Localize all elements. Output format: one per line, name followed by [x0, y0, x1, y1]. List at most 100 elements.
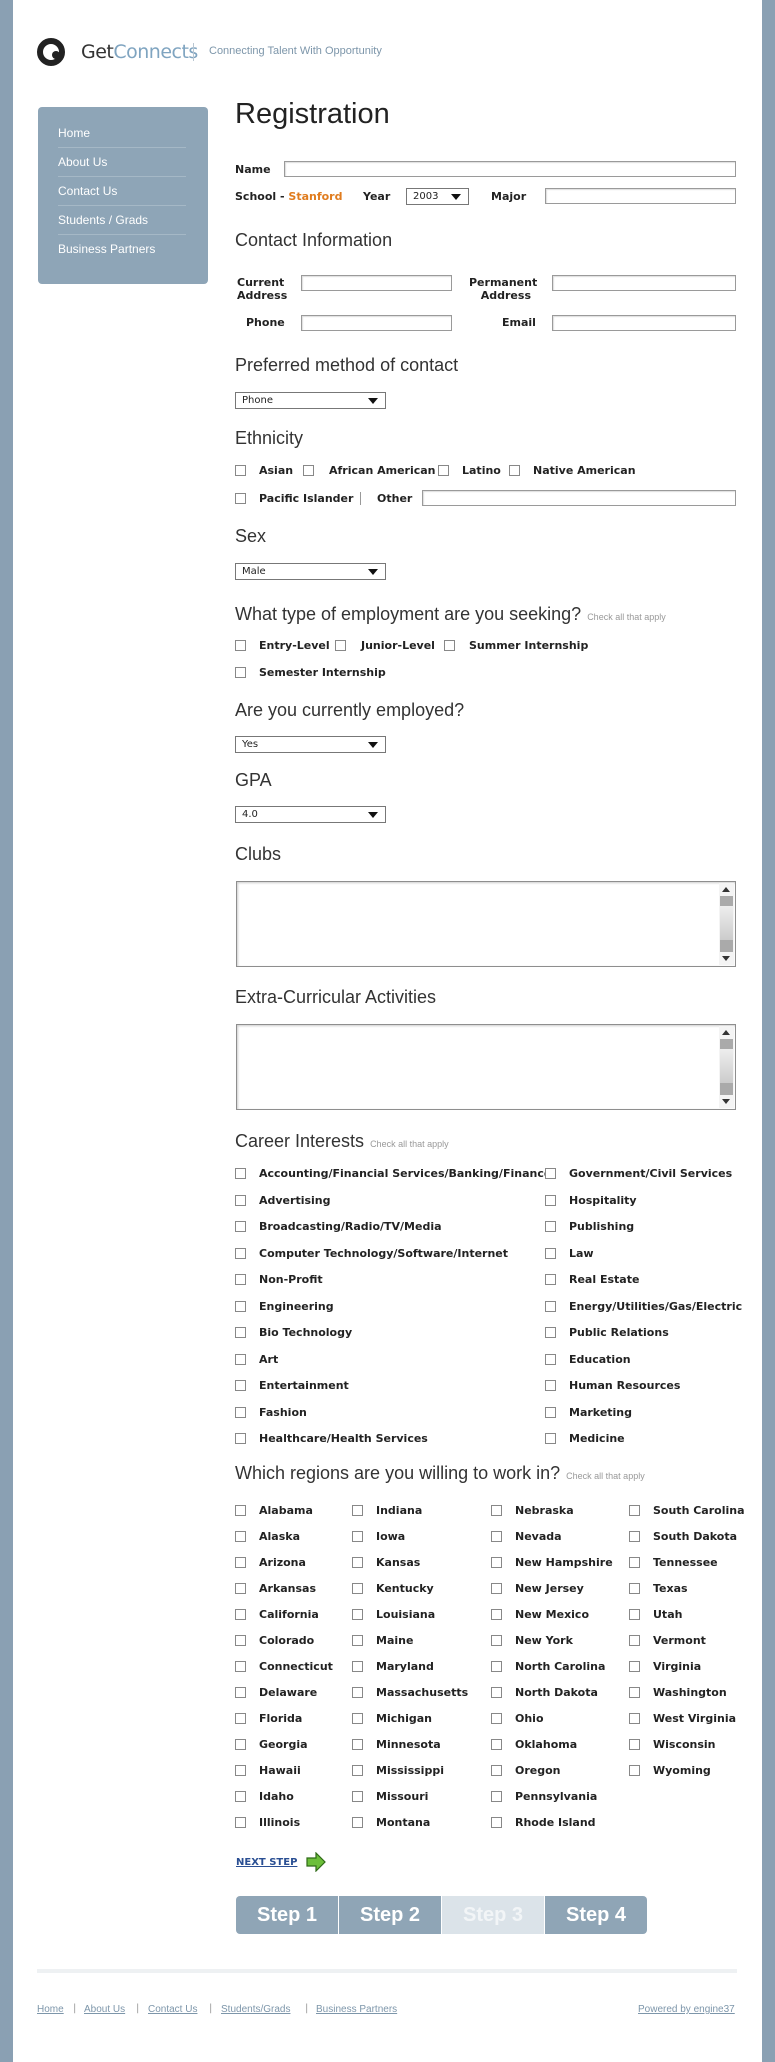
- career-interest-checkbox[interactable]: [235, 1221, 246, 1232]
- career-interest-checkbox[interactable]: [235, 1354, 246, 1365]
- region-checkbox[interactable]: [629, 1505, 640, 1516]
- career-interest-checkbox[interactable]: [235, 1407, 246, 1418]
- region-checkbox[interactable]: [235, 1739, 246, 1750]
- gpa-select[interactable]: 4.0: [235, 806, 386, 823]
- region-checkbox[interactable]: [491, 1635, 502, 1646]
- footer-link-contact[interactable]: Contact Us: [148, 2004, 197, 2015]
- scroll-up-icon[interactable]: [722, 1030, 730, 1035]
- region-checkbox[interactable]: [491, 1713, 502, 1724]
- sidebar-item-students-grads[interactable]: Students / Grads: [58, 206, 186, 235]
- footer-link-about[interactable]: About Us: [84, 2004, 125, 2015]
- ethnicity-checkbox-pacific-islander[interactable]: [235, 493, 246, 504]
- region-checkbox[interactable]: [235, 1609, 246, 1620]
- career-interest-checkbox[interactable]: [545, 1248, 556, 1259]
- career-interest-checkbox[interactable]: [235, 1380, 246, 1391]
- region-checkbox[interactable]: [352, 1817, 363, 1828]
- powered-by-link[interactable]: Powered by engine37: [638, 2004, 735, 2015]
- footer-link-home[interactable]: Home: [37, 2004, 64, 2015]
- career-interest-checkbox[interactable]: [545, 1407, 556, 1418]
- career-interest-checkbox[interactable]: [235, 1168, 246, 1179]
- career-interest-checkbox[interactable]: [545, 1354, 556, 1365]
- employed-select[interactable]: Yes: [235, 736, 386, 753]
- region-checkbox[interactable]: [629, 1609, 640, 1620]
- clubs-textarea[interactable]: [236, 881, 736, 967]
- region-checkbox[interactable]: [352, 1765, 363, 1776]
- region-checkbox[interactable]: [352, 1713, 363, 1724]
- region-checkbox[interactable]: [235, 1817, 246, 1828]
- region-checkbox[interactable]: [491, 1609, 502, 1620]
- region-checkbox[interactable]: [491, 1531, 502, 1542]
- region-checkbox[interactable]: [491, 1557, 502, 1568]
- scroll-up-icon[interactable]: [722, 887, 730, 892]
- region-checkbox[interactable]: [352, 1739, 363, 1750]
- current-address-input[interactable]: [301, 275, 452, 291]
- sidebar-item-about-us[interactable]: About Us: [58, 148, 186, 177]
- region-checkbox[interactable]: [235, 1791, 246, 1802]
- region-checkbox[interactable]: [235, 1583, 246, 1594]
- region-checkbox[interactable]: [235, 1531, 246, 1542]
- permanent-address-input[interactable]: [552, 275, 736, 291]
- logo[interactable]: GetConnects: [81, 41, 198, 63]
- ethnicity-checkbox-asian[interactable]: [235, 465, 246, 476]
- employment-checkbox-semester-internship[interactable]: [235, 667, 246, 678]
- region-checkbox[interactable]: [352, 1635, 363, 1646]
- scroll-down-icon[interactable]: [722, 1099, 730, 1104]
- region-checkbox[interactable]: [352, 1505, 363, 1516]
- scroll-thumb[interactable]: [720, 1083, 733, 1095]
- career-interest-checkbox[interactable]: [235, 1327, 246, 1338]
- career-interest-checkbox[interactable]: [545, 1274, 556, 1285]
- scroll-down-icon[interactable]: [722, 956, 730, 961]
- region-checkbox[interactable]: [491, 1765, 502, 1776]
- career-interest-checkbox[interactable]: [545, 1380, 556, 1391]
- region-checkbox[interactable]: [491, 1817, 502, 1828]
- step-4[interactable]: Step 4: [545, 1896, 647, 1934]
- arrow-right-icon[interactable]: [305, 1852, 327, 1872]
- sex-select[interactable]: Male: [235, 563, 386, 580]
- career-interest-checkbox[interactable]: [545, 1327, 556, 1338]
- career-interest-checkbox[interactable]: [545, 1221, 556, 1232]
- employment-checkbox-entry-level[interactable]: [235, 640, 246, 651]
- region-checkbox[interactable]: [629, 1557, 640, 1568]
- region-checkbox[interactable]: [629, 1765, 640, 1776]
- career-interest-checkbox[interactable]: [545, 1433, 556, 1444]
- ethnicity-checkbox-latino[interactable]: [438, 465, 449, 476]
- region-checkbox[interactable]: [235, 1765, 246, 1776]
- major-input[interactable]: [545, 188, 736, 204]
- footer-link-partners[interactable]: Business Partners: [316, 2004, 397, 2015]
- region-checkbox[interactable]: [629, 1661, 640, 1672]
- region-checkbox[interactable]: [629, 1739, 640, 1750]
- region-checkbox[interactable]: [629, 1531, 640, 1542]
- career-interest-checkbox[interactable]: [235, 1274, 246, 1285]
- email-input[interactable]: [552, 315, 736, 331]
- career-interest-checkbox[interactable]: [235, 1301, 246, 1312]
- region-checkbox[interactable]: [491, 1687, 502, 1698]
- extra-textarea[interactable]: [236, 1024, 736, 1110]
- preferred-select[interactable]: Phone: [235, 392, 386, 409]
- sidebar-item-contact-us[interactable]: Contact Us: [58, 177, 186, 206]
- region-checkbox[interactable]: [352, 1531, 363, 1542]
- region-checkbox[interactable]: [491, 1583, 502, 1594]
- scroll-thumb[interactable]: [720, 940, 733, 952]
- region-checkbox[interactable]: [352, 1609, 363, 1620]
- ethnicity-checkbox-native-american[interactable]: [509, 465, 520, 476]
- region-checkbox[interactable]: [352, 1791, 363, 1802]
- region-checkbox[interactable]: [235, 1661, 246, 1672]
- career-interest-checkbox[interactable]: [545, 1301, 556, 1312]
- next-step-link[interactable]: NEXT STEP: [236, 1857, 297, 1868]
- region-checkbox[interactable]: [235, 1687, 246, 1698]
- region-checkbox[interactable]: [491, 1505, 502, 1516]
- name-input[interactable]: [284, 161, 736, 177]
- employment-checkbox-junior-level[interactable]: [335, 640, 346, 651]
- region-checkbox[interactable]: [491, 1739, 502, 1750]
- footer-link-students[interactable]: Students/Grads: [221, 2004, 290, 2015]
- employment-checkbox-summer-internship[interactable]: [444, 640, 455, 651]
- region-checkbox[interactable]: [629, 1713, 640, 1724]
- region-checkbox[interactable]: [491, 1791, 502, 1802]
- step-1[interactable]: Step 1: [236, 1896, 338, 1934]
- career-interest-checkbox[interactable]: [545, 1168, 556, 1179]
- career-interest-checkbox[interactable]: [235, 1195, 246, 1206]
- ethnicity-checkbox-african-american[interactable]: [303, 465, 314, 476]
- phone-input[interactable]: [301, 315, 452, 331]
- region-checkbox[interactable]: [629, 1583, 640, 1594]
- region-checkbox[interactable]: [352, 1661, 363, 1672]
